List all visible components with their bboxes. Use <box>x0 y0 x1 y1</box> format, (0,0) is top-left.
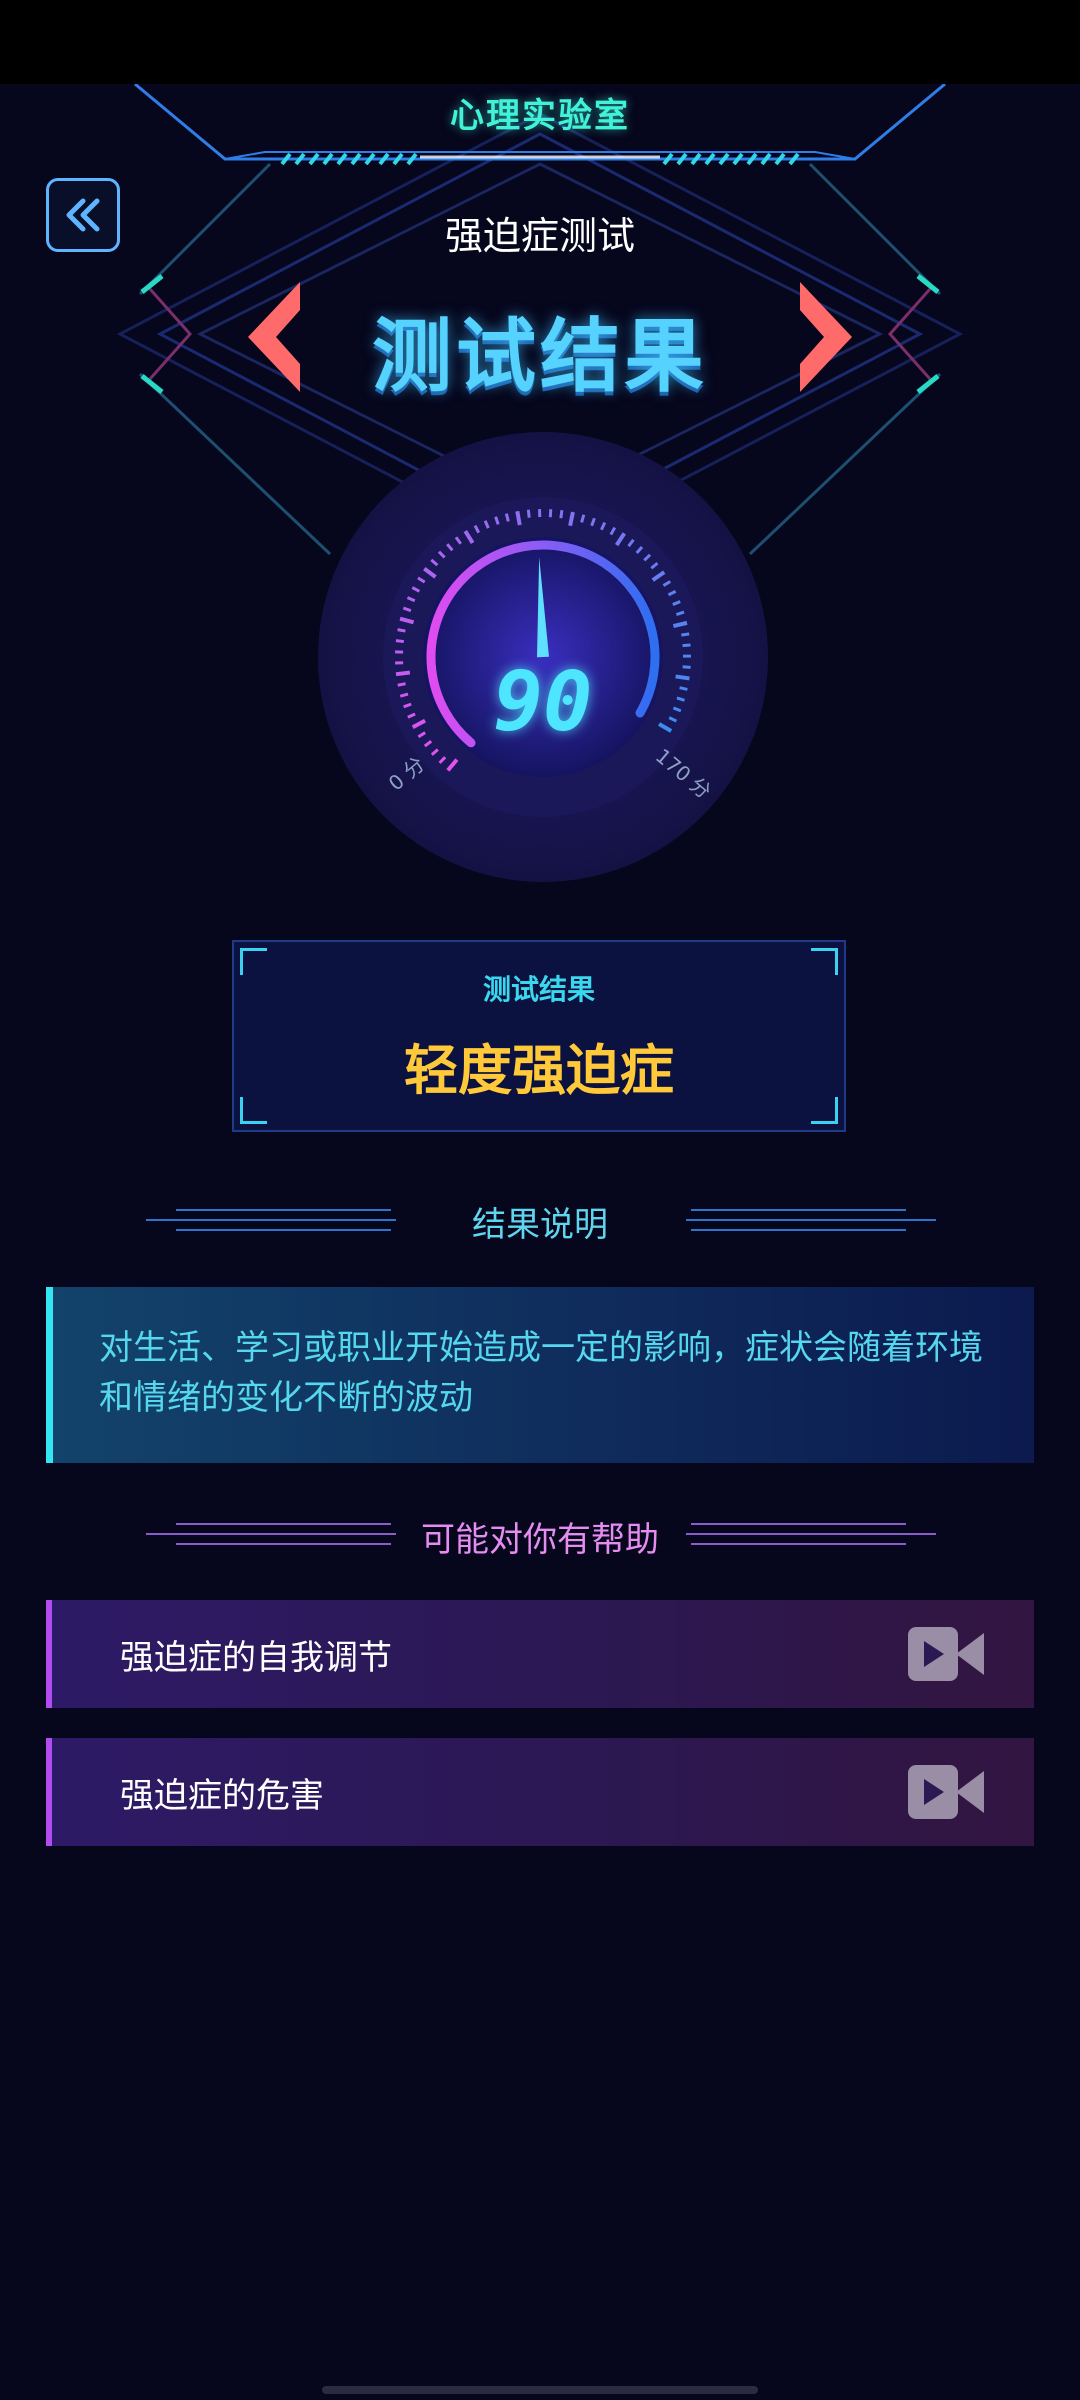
video-camera-icon <box>908 1765 984 1819</box>
result-label: 测试结果 <box>482 973 595 1006</box>
video-camera-icon <box>908 1627 984 1681</box>
help-item-harm[interactable]: 强迫症的危害 <box>46 1738 1034 1846</box>
help-item-label: 强迫症的危害 <box>120 1776 324 1816</box>
gauge-tick <box>568 511 575 527</box>
gauge-tick <box>515 510 522 526</box>
app-title: 心理实验室 <box>450 96 630 136</box>
home-indicator[interactable] <box>322 2386 758 2394</box>
heading-lines-right <box>686 1209 936 1231</box>
gauge-tick <box>681 632 690 637</box>
status-bar <box>0 0 1080 84</box>
gauge-tick <box>682 643 691 648</box>
test-name: 强迫症测试 <box>444 214 635 258</box>
heading-lines-right <box>686 1523 936 1545</box>
gauge-tick <box>580 514 586 523</box>
result-banner: 测试结果 <box>372 310 708 403</box>
result-value: 轻度强迫症 <box>404 1039 674 1102</box>
gauge-tick <box>559 510 564 519</box>
result-box: 测试结果 轻度强迫症 <box>232 940 846 1132</box>
explanation-card: 对生活、学习或职业开始造成一定的影响，症状会随着环境和情绪的变化不断的波动 <box>46 1287 1034 1463</box>
help-item-self-regulation[interactable]: 强迫症的自我调节 <box>46 1600 1034 1708</box>
gauge-tick <box>397 628 406 633</box>
gauge-tick <box>395 639 405 644</box>
help-item-label: 强迫症的自我调节 <box>120 1638 392 1678</box>
explanation-text: 对生活、学习或职业开始造成一定的影响，症状会随着环境和情绪的变化不断的波动 <box>99 1328 983 1418</box>
gauge-score: 90 <box>493 655 593 750</box>
gauge-tick <box>504 513 510 522</box>
gauge-tick <box>526 509 531 518</box>
